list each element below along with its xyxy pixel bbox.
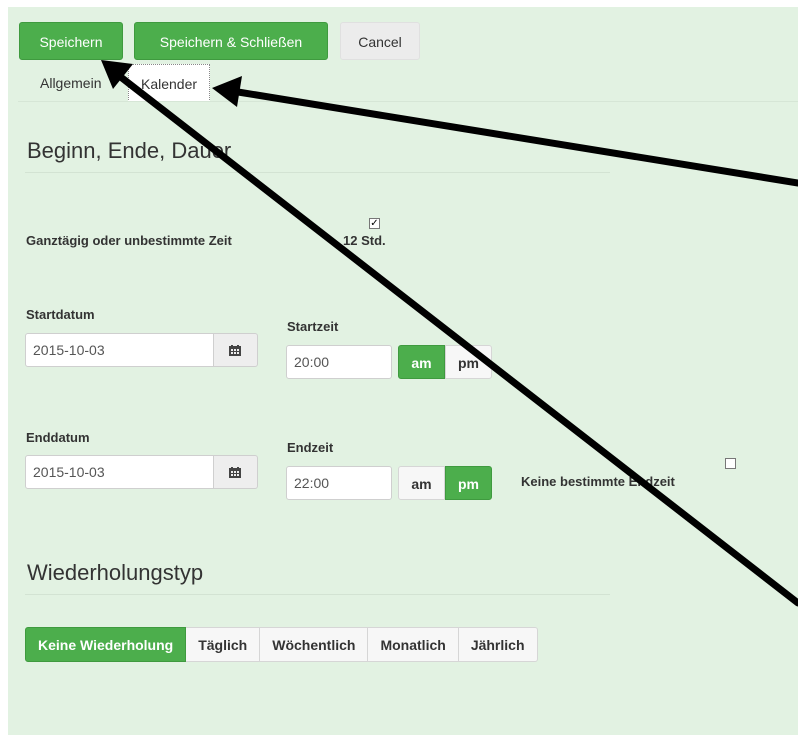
time-section-heading: Beginn, Ende, Dauer [27, 138, 232, 163]
no-end-label: Keine bestimmte Endzeit [521, 474, 675, 489]
repeat-section-heading: Wiederholungstyp [27, 560, 204, 585]
start-date-picker-button[interactable] [214, 333, 258, 367]
repeat-type-group: Keine Wiederholung Täglich Wöchentlich M… [25, 627, 538, 662]
end-pm-toggle[interactable]: pm [445, 466, 492, 500]
repeat-option-monthly[interactable]: Monatlich [368, 627, 459, 662]
end-time-label: Endzeit [287, 440, 334, 455]
tab-divider [18, 101, 798, 102]
start-time-label: Startzeit [287, 319, 339, 334]
start-pm-toggle[interactable]: pm [445, 345, 492, 379]
repeat-option-weekly[interactable]: Wöchentlich [260, 627, 369, 662]
calendar-icon [229, 467, 241, 478]
tab-allgemein[interactable]: Allgemein [40, 64, 101, 102]
twelve-hour-label: 12 Std. [343, 233, 386, 248]
time-section-divider [25, 172, 610, 173]
allday-label: Ganztägig oder unbestimmte Zeit [26, 233, 232, 248]
end-date-label: Enddatum [26, 430, 90, 445]
end-am-toggle[interactable]: am [398, 466, 445, 500]
tab-kalender[interactable]: Kalender [128, 64, 211, 102]
end-date-picker-button[interactable] [214, 455, 258, 489]
twelve-hour-checkbox[interactable]: ✓ [369, 218, 380, 229]
repeat-option-none[interactable]: Keine Wiederholung [25, 627, 187, 662]
save-close-button[interactable]: Speichern & Schließen [134, 22, 328, 60]
repeat-section-divider [25, 594, 610, 595]
cancel-button[interactable]: Cancel [340, 22, 420, 60]
start-time-input[interactable]: 20:00 [286, 345, 392, 379]
save-button[interactable]: Speichern [19, 22, 123, 60]
start-date-label: Startdatum [26, 307, 95, 322]
repeat-option-daily[interactable]: Täglich [186, 627, 261, 662]
start-date-input[interactable]: 2015-10-03 [25, 333, 214, 367]
calendar-icon [229, 345, 241, 356]
end-time-input[interactable]: 22:00 [286, 466, 392, 500]
start-am-toggle[interactable]: am [398, 345, 445, 379]
repeat-option-yearly[interactable]: Jährlich [458, 627, 538, 662]
check-icon: ✓ [370, 218, 379, 229]
no-end-checkbox[interactable] [725, 458, 736, 469]
end-date-input[interactable]: 2015-10-03 [25, 455, 214, 489]
